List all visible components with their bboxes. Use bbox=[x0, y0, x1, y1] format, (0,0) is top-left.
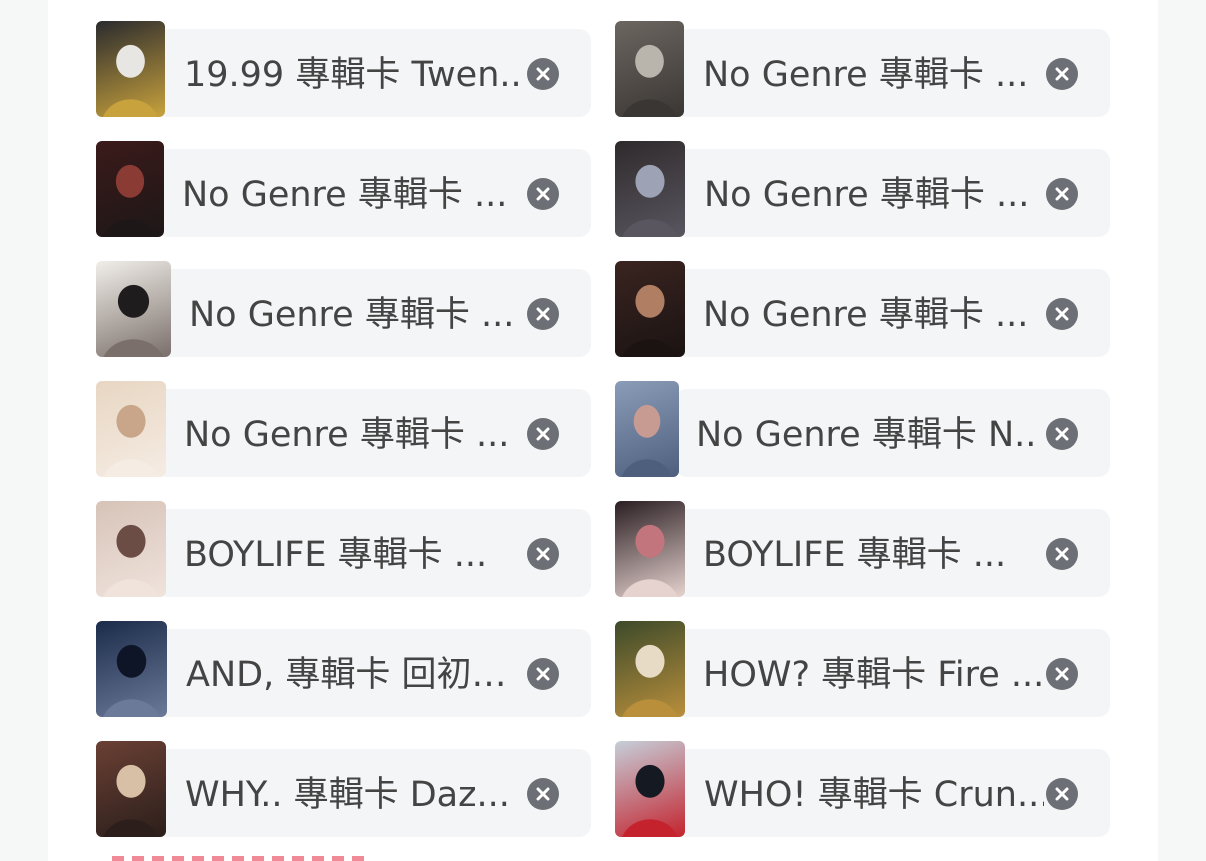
remove-card-button[interactable] bbox=[1046, 658, 1078, 690]
album-card-thumbnail bbox=[615, 141, 685, 237]
album-card-thumbnail bbox=[96, 501, 166, 597]
cut-off-hint bbox=[112, 856, 370, 861]
album-card-chip: No Genre 專輯卡 ... bbox=[615, 21, 1110, 117]
album-card-label: No Genre 專輯卡 ... bbox=[703, 295, 1029, 335]
album-card-chip: WHY.. 專輯卡 Daz... bbox=[96, 741, 591, 837]
close-icon bbox=[1055, 307, 1069, 321]
album-card-chip: No Genre 專輯卡 ... bbox=[96, 261, 591, 357]
remove-card-button[interactable] bbox=[527, 658, 559, 690]
album-card-thumbnail bbox=[615, 21, 684, 117]
album-card-thumbnail bbox=[615, 621, 685, 717]
album-card-thumbnail bbox=[96, 621, 167, 717]
remove-card-button[interactable] bbox=[1046, 178, 1078, 210]
album-card-chip: WHO! 專輯卡 Crun... bbox=[615, 741, 1110, 837]
remove-card-button[interactable] bbox=[1046, 418, 1078, 450]
album-card-label: BOYLIFE 專輯卡 ... bbox=[184, 535, 488, 575]
album-card-grid: 19.99 專輯卡 Twen... No Genre 專輯卡 ... No Genr… bbox=[0, 0, 1206, 861]
album-card-chip: HOW? 專輯卡 Fire ... bbox=[615, 621, 1110, 717]
remove-card-button[interactable] bbox=[527, 58, 559, 90]
album-card-chip: No Genre 專輯卡 N... bbox=[615, 381, 1110, 477]
album-card-chip: No Genre 專輯卡 ... bbox=[96, 141, 591, 237]
album-card-chip: No Genre 專輯卡 ... bbox=[96, 381, 591, 477]
remove-card-button[interactable] bbox=[1046, 538, 1078, 570]
close-icon bbox=[536, 67, 550, 81]
album-card-thumbnail bbox=[615, 501, 685, 597]
album-card-chip: 19.99 專輯卡 Twen... bbox=[96, 21, 591, 117]
album-card-chip: AND, 專輯卡 回初… bbox=[96, 621, 591, 717]
close-icon bbox=[1055, 547, 1069, 561]
close-icon bbox=[1055, 427, 1069, 441]
close-icon bbox=[536, 667, 550, 681]
close-icon bbox=[1055, 787, 1069, 801]
remove-card-button[interactable] bbox=[1046, 778, 1078, 810]
album-card-chip: BOYLIFE 專輯卡 ... bbox=[615, 501, 1110, 597]
close-icon bbox=[536, 547, 550, 561]
album-card-label: No Genre 專輯卡 ... bbox=[182, 175, 508, 215]
album-card-label: No Genre 專輯卡 ... bbox=[189, 295, 515, 335]
remove-card-button[interactable] bbox=[527, 778, 559, 810]
album-card-label: AND, 專輯卡 回初… bbox=[186, 655, 507, 695]
remove-card-button[interactable] bbox=[527, 418, 559, 450]
album-card-label: No Genre 專輯卡 ... bbox=[184, 415, 510, 455]
close-icon bbox=[536, 427, 550, 441]
close-icon bbox=[1055, 67, 1069, 81]
album-card-thumbnail bbox=[615, 261, 685, 357]
album-card-label: No Genre 專輯卡 ... bbox=[704, 175, 1030, 215]
album-card-thumbnail bbox=[615, 741, 685, 837]
close-icon bbox=[1055, 187, 1069, 201]
album-card-label: No Genre 專輯卡 ... bbox=[703, 55, 1029, 95]
remove-card-button[interactable] bbox=[527, 298, 559, 330]
album-card-chip: No Genre 專輯卡 ... bbox=[615, 141, 1110, 237]
album-card-label: 19.99 專輯卡 Twen... bbox=[184, 55, 524, 95]
album-card-label: No Genre 專輯卡 N... bbox=[696, 415, 1036, 455]
album-card-label: WHO! 專輯卡 Crun... bbox=[704, 775, 1044, 815]
album-card-thumbnail bbox=[96, 141, 164, 237]
remove-card-button[interactable] bbox=[1046, 298, 1078, 330]
album-card-chip: No Genre 專輯卡 ... bbox=[615, 261, 1110, 357]
remove-card-button[interactable] bbox=[527, 538, 559, 570]
remove-card-button[interactable] bbox=[527, 178, 559, 210]
album-card-label: BOYLIFE 專輯卡 ... bbox=[703, 535, 1007, 575]
close-icon bbox=[536, 187, 550, 201]
album-card-thumbnail bbox=[615, 381, 679, 477]
remove-card-button[interactable] bbox=[1046, 58, 1078, 90]
close-icon bbox=[536, 307, 550, 321]
close-icon bbox=[536, 787, 550, 801]
album-card-thumbnail bbox=[96, 741, 166, 837]
album-card-chip: BOYLIFE 專輯卡 ... bbox=[96, 501, 591, 597]
album-card-label: HOW? 專輯卡 Fire ... bbox=[703, 655, 1043, 695]
close-icon bbox=[1055, 667, 1069, 681]
album-card-thumbnail bbox=[96, 21, 165, 117]
album-card-label: WHY.. 專輯卡 Daz... bbox=[185, 775, 510, 815]
album-card-thumbnail bbox=[96, 381, 166, 477]
album-card-thumbnail bbox=[96, 261, 171, 357]
